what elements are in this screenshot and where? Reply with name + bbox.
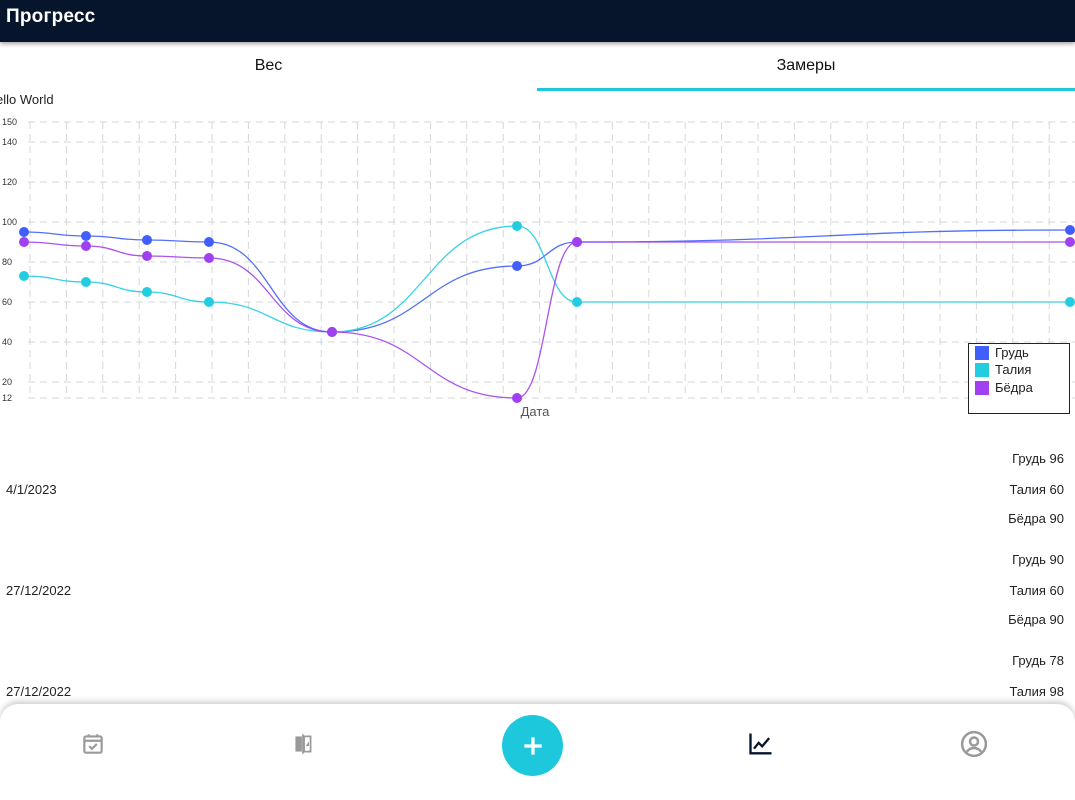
data-point-2 <box>572 237 582 247</box>
record-chest: Грудь 96 <box>1012 451 1064 466</box>
y-tick-label: 120 <box>2 177 17 187</box>
nav-progress[interactable] <box>741 724 781 764</box>
data-point-1 <box>572 297 582 307</box>
record-chest: Грудь 78 <box>1012 653 1064 668</box>
data-point-2 <box>81 241 91 251</box>
chart-legend: Грудь Талия Бёдра <box>968 343 1070 414</box>
chart-line-icon <box>749 733 772 755</box>
tab-measurements[interactable]: Замеры <box>537 42 1075 92</box>
record-waist: Талия 98 <box>1009 684 1064 699</box>
data-point-2 <box>327 327 337 337</box>
list-item[interactable]: Грудь 90 27/12/2022 Талия 60 Бёдра 90 <box>0 541 1075 641</box>
record-chest: Грудь 90 <box>1012 552 1064 567</box>
y-tick-label: 12 <box>2 393 12 403</box>
record-waist: Талия 60 <box>1009 482 1064 497</box>
compare-icon <box>295 734 312 754</box>
y-tick-label: 20 <box>2 377 12 387</box>
data-point-2 <box>1065 237 1075 247</box>
tab-indicator <box>537 88 1075 91</box>
data-point-0 <box>512 261 522 271</box>
data-point-0 <box>204 237 214 247</box>
y-tick-label: 60 <box>2 297 12 307</box>
list-item[interactable]: Грудь 96 4/1/2023 Талия 60 Бёдра 90 <box>0 440 1075 540</box>
legend-label-waist: Талия <box>995 362 1032 377</box>
bottom-navigation <box>0 704 1075 800</box>
data-point-1 <box>1065 297 1075 307</box>
measurements-chart: 150 140 120 100 80 60 40 20 12 Дата <box>2 117 1075 419</box>
data-point-2 <box>19 237 29 247</box>
data-point-1 <box>512 221 522 231</box>
data-point-0 <box>81 231 91 241</box>
account-circle-icon <box>960 730 988 758</box>
y-tick-label: 150 <box>2 117 17 127</box>
data-point-0 <box>1065 225 1075 235</box>
tab-weight[interactable]: Вес <box>0 42 537 92</box>
app-bar: Прогресс <box>0 0 1075 42</box>
data-point-1 <box>142 287 152 297</box>
data-point-2 <box>142 251 152 261</box>
y-tick-label: 80 <box>2 257 12 267</box>
data-point-1 <box>81 277 91 287</box>
data-point-0 <box>19 227 29 237</box>
y-tick-label: 40 <box>2 337 12 347</box>
record-date: 27/12/2022 <box>6 583 72 598</box>
nav-calendar[interactable] <box>73 724 113 764</box>
add-button[interactable] <box>502 715 563 776</box>
y-tick-label: 140 <box>2 137 17 147</box>
legend-swatch-hips <box>975 381 989 395</box>
x-axis-label: Дата <box>521 404 551 419</box>
legend-label-hips: Бёдра <box>995 380 1033 395</box>
nav-compare[interactable] <box>283 724 323 764</box>
record-hips: Бёдра 90 <box>1008 612 1064 627</box>
chart-title: ello World <box>0 92 54 107</box>
page-title: Прогресс <box>6 6 96 27</box>
record-waist: Талия 60 <box>1009 583 1064 598</box>
legend-swatch-waist <box>975 363 989 377</box>
data-point-2 <box>204 253 214 263</box>
record-date: 4/1/2023 <box>6 482 57 497</box>
tab-bar: Вес Замеры <box>0 42 1075 92</box>
nav-profile[interactable] <box>954 724 994 764</box>
add-icon <box>523 736 542 755</box>
legend-label-chest: Грудь <box>995 345 1029 360</box>
legend-swatch-chest <box>975 346 989 360</box>
data-point-2 <box>512 393 522 403</box>
data-point-1 <box>204 297 214 307</box>
data-point-1 <box>19 271 29 281</box>
record-hips: Бёдра 90 <box>1008 511 1064 526</box>
data-point-0 <box>142 235 152 245</box>
y-tick-label: 100 <box>2 217 17 227</box>
calendar-check-icon <box>83 734 103 754</box>
record-date: 27/12/2022 <box>6 684 72 699</box>
